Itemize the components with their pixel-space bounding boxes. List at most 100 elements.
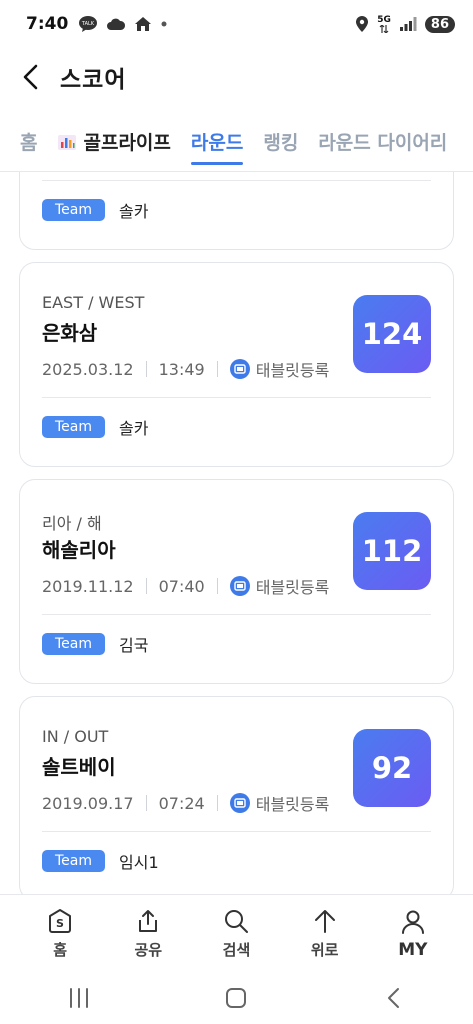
team-name: 솔카 [119, 202, 149, 221]
team-row: Team 솔카 [42, 198, 148, 222]
recent-apps-icon [69, 988, 88, 1008]
round-card-partial[interactable]: Team 솔카 [19, 172, 454, 250]
team-name: 솔카 [119, 419, 149, 438]
status-bar: 7:40 TALK 5G 86 [0, 0, 473, 48]
tab-home[interactable]: 홈 [20, 118, 37, 165]
round-date: 2019.11.12 [42, 576, 134, 596]
nav-label: MY [398, 939, 428, 960]
home-system-button[interactable] [206, 978, 266, 1018]
chevron-left-icon [23, 64, 38, 90]
round-time: 13:49 [158, 359, 205, 379]
nav-my[interactable]: MY [378, 908, 448, 960]
meta-separator [216, 795, 218, 811]
club-name: 해솔리아 [42, 538, 116, 562]
round-date: 2019.09.17 [42, 793, 134, 813]
tablet-icon [229, 793, 250, 813]
talk-icon: TALK [78, 15, 98, 33]
team-row: Team 솔카 [42, 415, 148, 439]
team-row: Team 김국 [42, 632, 148, 656]
app-header: 스코어 [0, 52, 473, 102]
round-meta: 2019.11.12 07:40 태블릿등록 [42, 574, 329, 598]
svg-text:S: S [56, 917, 64, 930]
status-right: 5G 86 [355, 15, 455, 33]
person-icon [399, 908, 427, 936]
round-date: 2025.03.12 [42, 359, 134, 379]
home-s-icon: S [46, 907, 74, 935]
signal-icon [399, 16, 417, 32]
registration-source: 태블릿등록 [255, 578, 330, 597]
nav-label: 위로 [310, 941, 339, 959]
score-badge: 124 [353, 295, 431, 373]
home-square-icon [226, 988, 247, 1008]
bottom-nav: S 홈 공유 검색 위로 MY [0, 894, 473, 972]
team-name: 임시1 [119, 853, 159, 872]
meta-separator [145, 795, 147, 811]
network-5g-icon: 5G [377, 14, 391, 33]
location-icon [355, 15, 369, 33]
tab-round-diary[interactable]: 라운드 다이어리 [318, 118, 447, 165]
meta-separator [145, 578, 147, 594]
score-badge: 112 [353, 512, 431, 590]
tab-label: 랭킹 [263, 132, 299, 154]
tablet-icon [229, 576, 250, 596]
dot-icon [160, 20, 168, 28]
tab-ranking[interactable]: 랭킹 [263, 118, 298, 165]
meta-separator [145, 361, 147, 377]
course-name: 리아 / 해 [42, 514, 102, 533]
card-divider [42, 180, 431, 181]
team-name: 김국 [119, 636, 149, 655]
registration-source: 태블릿등록 [255, 795, 330, 814]
home-network-icon [134, 16, 152, 32]
tab-golf-life[interactable]: 골프라이프 [57, 118, 171, 165]
system-nav-bar [0, 972, 473, 1024]
round-meta: 2019.09.17 07:24 태블릿등록 [42, 791, 329, 815]
back-system-button[interactable] [364, 978, 424, 1018]
network-label: 5G [377, 14, 391, 25]
round-card[interactable]: IN / OUT 솔트베이 2019.09.17 07:24 태블릿등록 92 … [19, 696, 454, 894]
recent-apps-button[interactable] [49, 978, 109, 1018]
notification-icons: TALK [78, 15, 168, 33]
tab-label: 라운드 [190, 132, 244, 154]
meta-separator [216, 361, 218, 377]
round-time: 07:24 [158, 793, 205, 813]
registration-source: 태블릿등록 [255, 361, 330, 380]
back-button[interactable] [22, 57, 52, 97]
battery-indicator: 86 [424, 15, 455, 33]
bar-chart-book-icon [57, 132, 77, 152]
nav-share[interactable]: 공유 [113, 907, 183, 960]
nav-scroll-top[interactable]: 위로 [290, 907, 360, 960]
cloud-icon [106, 17, 126, 31]
tab-bar: 홈 골프라이프 라운드 랭킹 라운드 다이어리 [0, 118, 473, 172]
round-meta: 2025.03.12 13:49 태블릿등록 [42, 357, 329, 381]
nav-label: 공유 [134, 941, 163, 959]
team-badge: Team [42, 199, 106, 221]
tab-round[interactable]: 라운드 [190, 118, 244, 165]
round-card[interactable]: 리아 / 해 해솔리아 2019.11.12 07:40 태블릿등록 112 T… [19, 479, 454, 684]
club-name: 은화삼 [42, 321, 98, 345]
status-time: 7:40 [26, 14, 69, 34]
card-divider [42, 397, 431, 398]
round-time: 07:40 [158, 576, 205, 596]
card-divider [42, 614, 431, 615]
tablet-icon [229, 359, 250, 379]
round-card[interactable]: EAST / WEST 은화삼 2025.03.12 13:49 태블릿등록 1… [19, 262, 454, 467]
team-badge: Team [42, 850, 106, 872]
nav-label: 홈 [53, 941, 67, 959]
nav-home[interactable]: S 홈 [25, 907, 95, 960]
team-row: Team 임시1 [42, 849, 159, 873]
nav-label: 검색 [222, 941, 251, 959]
nav-search[interactable]: 검색 [201, 907, 271, 960]
course-name: IN / OUT [42, 727, 109, 746]
score-badge: 92 [353, 729, 431, 807]
card-divider [42, 831, 431, 832]
team-badge: Team [42, 416, 106, 438]
tab-label: 홈 [20, 132, 38, 154]
team-badge: Team [42, 633, 106, 655]
round-list[interactable]: Team 솔카 EAST / WEST 은화삼 2025.03.12 13:49… [0, 172, 473, 894]
page-title: 스코어 [60, 67, 127, 93]
share-icon [134, 907, 162, 935]
tab-label: 라운드 다이어리 [318, 132, 448, 154]
club-name: 솔트베이 [42, 755, 116, 779]
chevron-left-icon [388, 988, 400, 1008]
arrow-up-icon [311, 907, 339, 935]
